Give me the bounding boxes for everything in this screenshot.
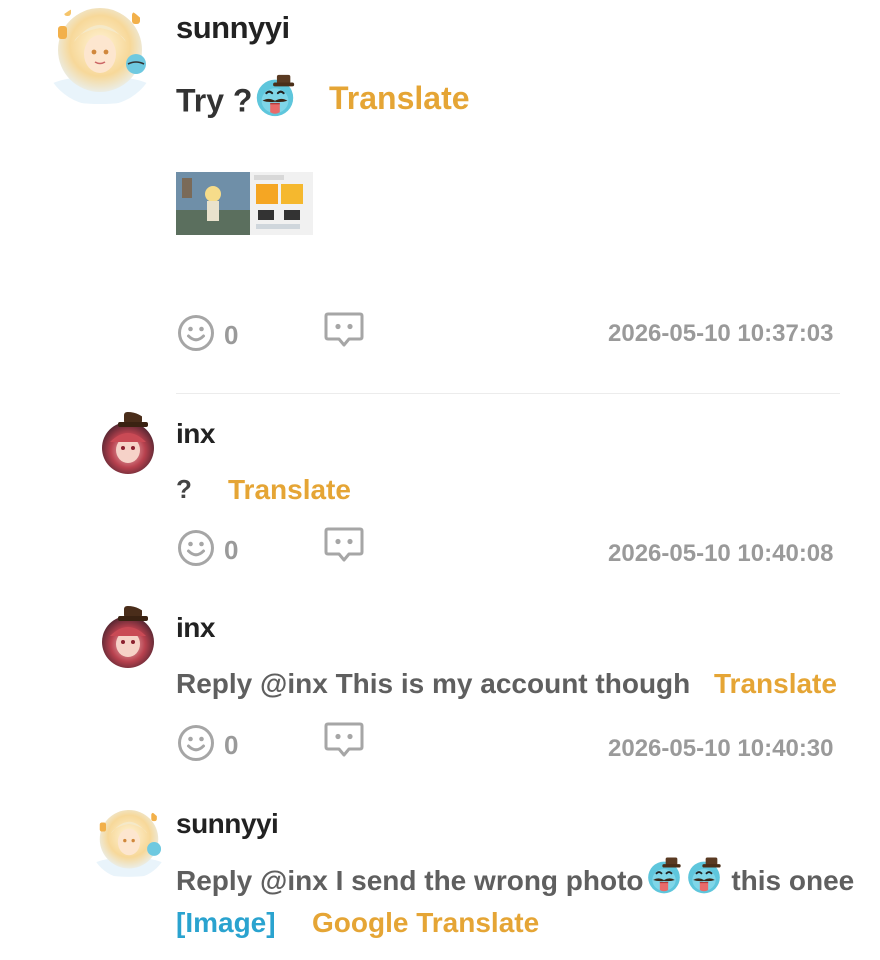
reaction-button[interactable]	[176, 723, 216, 768]
reaction-count: 0	[224, 535, 239, 565]
reply-timestamp: 2026-05-10 10:40:08	[608, 540, 834, 567]
comment-text: Try ?	[176, 82, 253, 119]
comment-bubble-icon	[323, 720, 365, 760]
comment-timestamp: 2026-05-10 10:37:03	[608, 320, 834, 347]
reaction-count: 0	[224, 730, 239, 760]
translate-link[interactable]: Translate	[714, 668, 837, 700]
reply-text: Reply @inx I send the wrong photo	[176, 864, 644, 896]
smiley-icon	[176, 528, 216, 568]
translate-link[interactable]: Translate	[329, 80, 470, 117]
reply-button[interactable]	[323, 720, 365, 765]
comment-bubble-icon	[323, 310, 365, 350]
translate-link[interactable]: Translate	[228, 474, 351, 506]
attached-image-thumbnail[interactable]	[176, 172, 313, 235]
comment-text-row: Try ?	[176, 80, 298, 126]
avatar[interactable]	[100, 412, 156, 478]
google-translate-link[interactable]: Google Translate	[312, 907, 539, 939]
avatar[interactable]	[90, 805, 168, 879]
reply-text-row: Reply @inx I send the wrong photo this o…	[176, 863, 854, 902]
divider	[176, 393, 840, 394]
comment-author[interactable]: sunnyyi	[176, 10, 290, 46]
image-link[interactable]: [Image]	[176, 907, 276, 939]
reply-text: ?	[176, 474, 192, 504]
reply-timestamp: 2026-05-10 10:40:30	[608, 735, 834, 762]
reaction-count: 0	[224, 320, 239, 350]
reaction-button[interactable]	[176, 313, 216, 358]
reply-button[interactable]	[323, 525, 365, 570]
reply-author[interactable]: sunnyyi	[176, 808, 279, 840]
reply-button[interactable]	[323, 310, 365, 355]
reply-text-continued: this onee	[723, 864, 855, 896]
reply-text: Reply @inx This is my account though	[176, 668, 691, 699]
avatar[interactable]	[44, 2, 156, 106]
reply-author[interactable]: inx	[176, 418, 215, 450]
smiley-icon	[176, 313, 216, 353]
mustache-ghost-emoji	[684, 863, 724, 902]
mustache-ghost-emoji	[252, 80, 298, 126]
reply-author[interactable]: inx	[176, 612, 215, 644]
comment-bubble-icon	[323, 525, 365, 565]
mustache-ghost-emoji	[644, 863, 684, 902]
reaction-button[interactable]	[176, 528, 216, 573]
smiley-icon	[176, 723, 216, 763]
avatar[interactable]	[100, 606, 156, 672]
